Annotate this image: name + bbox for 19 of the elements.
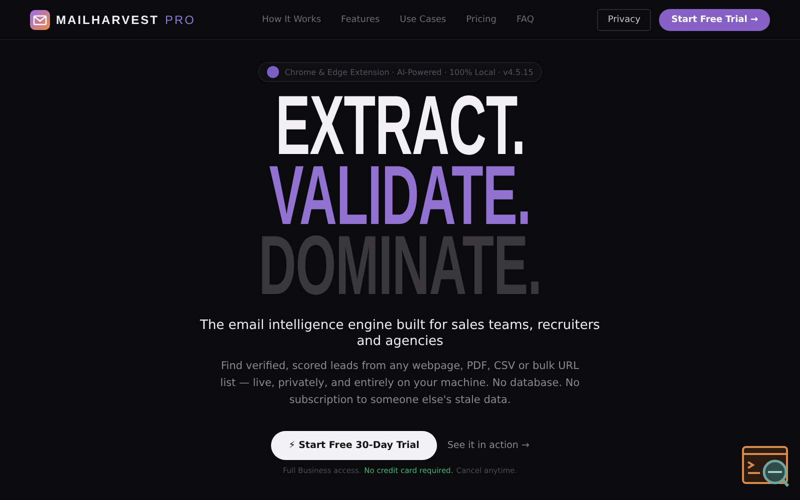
badge-text: Chrome & Edge Extension · AI-Powered · 100% Local · v4.5.15 [284, 68, 534, 76]
subtitle: The email intelligence engine built for sales teams, recruiters and agencies [200, 318, 600, 350]
description: Find verified, scored leads from any webpage, PDF, CSV or bulk URL list — live, privately, and entirely on your machine. No database. No subscription to someone else's stale data. [220, 359, 580, 408]
browser-search-icon[interactable] [742, 446, 790, 488]
brand-suffix: PRO [164, 12, 196, 26]
nav-link[interactable]: How It Works [262, 14, 322, 24]
nav-link[interactable]: FAQ [516, 14, 534, 24]
start-30-day-trial-button[interactable]: ⚡ Start Free 30-Day Trial [270, 431, 438, 460]
headline-line: VALIDATE. [269, 160, 531, 230]
envelope-logo-icon [30, 10, 50, 30]
privacy-button[interactable]: Privacy [596, 8, 652, 30]
headline-line: EXTRACT. [275, 90, 525, 160]
dot-icon [266, 66, 279, 78]
start-trial-button[interactable]: Start Free Trial → [659, 8, 770, 30]
nav-link[interactable]: Features [341, 14, 380, 24]
brand-name: MAILHARVEST [56, 12, 159, 26]
nav-link[interactable]: Pricing [466, 14, 496, 24]
see-in-action-link[interactable]: See it in action → [447, 440, 530, 451]
nav-link[interactable]: Use Cases [400, 14, 446, 24]
